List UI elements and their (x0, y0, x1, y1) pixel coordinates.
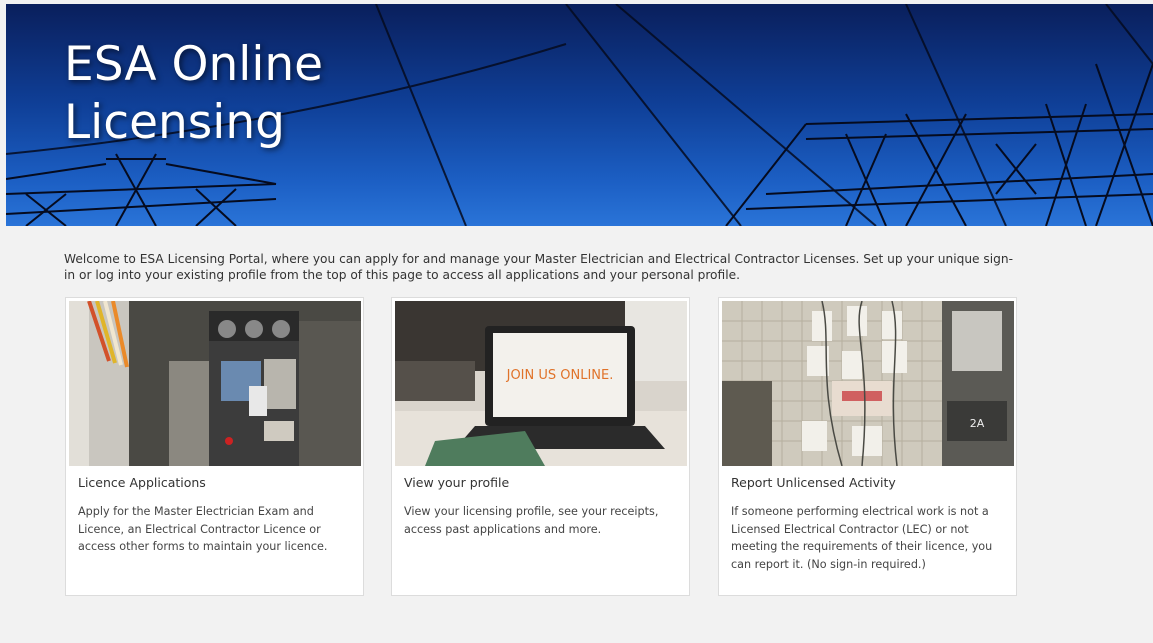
page-title: ESA Online Licensing (64, 37, 324, 150)
card-description: View your licensing profile, see your re… (404, 505, 659, 536)
card-view-profile[interactable]: JOIN US ONLINE. View your profile View y… (391, 297, 690, 596)
laptop-image: JOIN US ONLINE. (395, 301, 687, 466)
card-title: Licence Applications (78, 475, 206, 490)
card-description: If someone performing electrical work is… (731, 505, 993, 571)
electrical-meters-image: 2A (722, 301, 1014, 466)
hero-banner: ESA Online Licensing (6, 4, 1153, 226)
card-description: Apply for the Master Electrician Exam an… (78, 505, 328, 553)
intro-text: Welcome to ESA Licensing Portal, where y… (64, 252, 1014, 282)
card-report-unlicensed[interactable]: 2A Report Unlicensed Activity If someone… (718, 297, 1017, 596)
door-sign-text: 2A (970, 417, 985, 430)
laptop-screen-text: JOIN US ONLINE. (506, 368, 614, 383)
card-title: View your profile (404, 475, 510, 490)
card-title: Report Unlicensed Activity (731, 475, 896, 490)
card-licence-applications[interactable]: Licence Applications Apply for the Maste… (65, 297, 364, 596)
circuit-breaker-image (69, 301, 361, 466)
